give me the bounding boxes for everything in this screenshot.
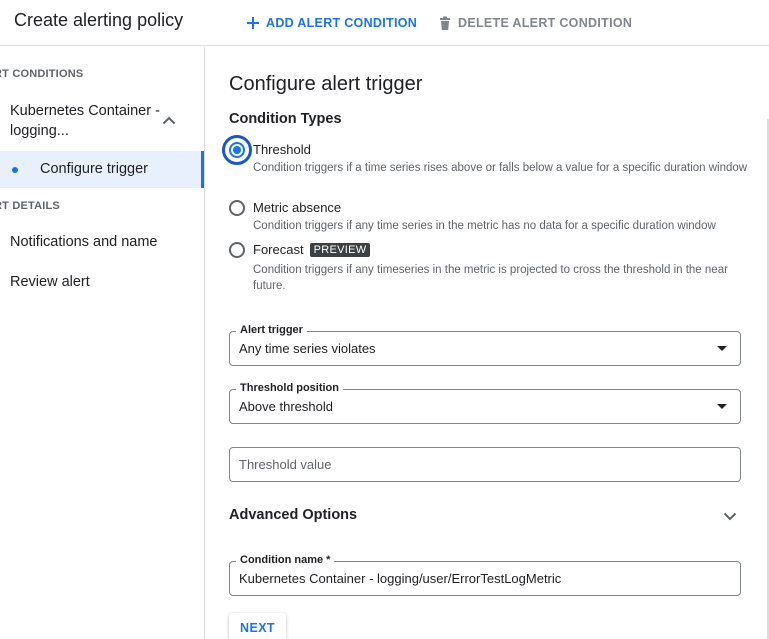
condition-type-forecast[interactable]: Forecast PREVIEW Condition triggers if an…	[229, 242, 749, 294]
sidebar-item-configure-trigger[interactable]: Configure trigger	[0, 151, 204, 188]
condition-name-input[interactable]	[230, 562, 740, 595]
threshold-description: Condition triggers if a time series rise…	[253, 162, 748, 174]
sidebar-item-review-alert[interactable]: Review alert	[10, 274, 90, 290]
next-button[interactable]: NEXT	[229, 613, 286, 639]
conditions-section-header: RT CONDITIONS	[0, 68, 84, 80]
metric-absence-radio[interactable]	[229, 200, 245, 216]
top-bar: Create alerting policy ADD ALERT CONDITI…	[0, 0, 769, 46]
add-alert-condition-button[interactable]: ADD ALERT CONDITION	[245, 13, 417, 33]
threshold-value-input[interactable]	[230, 448, 740, 481]
sidebar: RT CONDITIONS Kubernetes Container - log…	[0, 47, 205, 639]
sidebar-item-notifications[interactable]: Notifications and name	[10, 234, 158, 250]
sidebar-item-label: Configure trigger	[40, 161, 148, 177]
add-alert-condition-label: ADD ALERT CONDITION	[266, 16, 418, 30]
page-heading: Configure alert trigger	[229, 73, 423, 95]
metric-absence-description: Condition triggers if any time series in…	[253, 220, 716, 232]
alert-trigger-select[interactable]: Alert trigger Any time series violates	[229, 324, 741, 366]
sidebar-condition-item[interactable]: Kubernetes Container - logging...	[10, 101, 190, 141]
chevron-down-icon	[723, 512, 737, 521]
delete-alert-condition-label: DELETE ALERT CONDITION	[458, 16, 633, 30]
condition-type-metric-absence[interactable]: Metric absence Condition triggers if any…	[229, 200, 749, 236]
alert-trigger-label: Alert trigger	[236, 324, 307, 336]
active-step-dot	[12, 167, 18, 173]
condition-types-heading: Condition Types	[229, 111, 342, 127]
details-section-header: RT DETAILS	[0, 200, 60, 212]
forecast-radio[interactable]	[229, 242, 245, 258]
page-title: Create alerting policy	[14, 10, 184, 30]
advanced-options-label: Advanced Options	[229, 507, 358, 523]
threshold-position-select[interactable]: Threshold position Above threshold	[229, 382, 741, 424]
trash-icon	[440, 16, 450, 30]
dropdown-arrow-icon	[717, 404, 727, 409]
chevron-up-icon[interactable]	[160, 112, 178, 130]
advanced-options-toggle[interactable]: Advanced Options	[229, 504, 741, 528]
main-panel: Configure alert trigger Condition Types …	[206, 47, 769, 639]
plus-icon	[247, 17, 259, 29]
threshold-position-label: Threshold position	[236, 382, 343, 394]
threshold-radio[interactable]	[229, 142, 245, 158]
threshold-value-field	[229, 447, 741, 482]
dropdown-arrow-icon	[717, 346, 727, 351]
condition-type-threshold[interactable]: Threshold Condition triggers if a time s…	[222, 135, 749, 192]
threshold-position-value: Above threshold	[239, 399, 333, 414]
metric-absence-label: Metric absence	[253, 200, 342, 215]
delete-alert-condition-button[interactable]: DELETE ALERT CONDITION	[437, 13, 632, 33]
forecast-description: Condition triggers if any timeseries in …	[253, 264, 728, 292]
threshold-label: Threshold	[253, 142, 311, 157]
active-indicator	[201, 151, 204, 188]
condition-name-field: Condition name *	[229, 554, 741, 596]
alert-trigger-value: Any time series violates	[239, 341, 376, 356]
forecast-label-group: Forecast PREVIEW	[253, 242, 371, 257]
sidebar-condition-label: Kubernetes Container - logging...	[10, 103, 160, 139]
forecast-label: Forecast	[253, 242, 304, 257]
preview-badge: PREVIEW	[309, 243, 371, 257]
